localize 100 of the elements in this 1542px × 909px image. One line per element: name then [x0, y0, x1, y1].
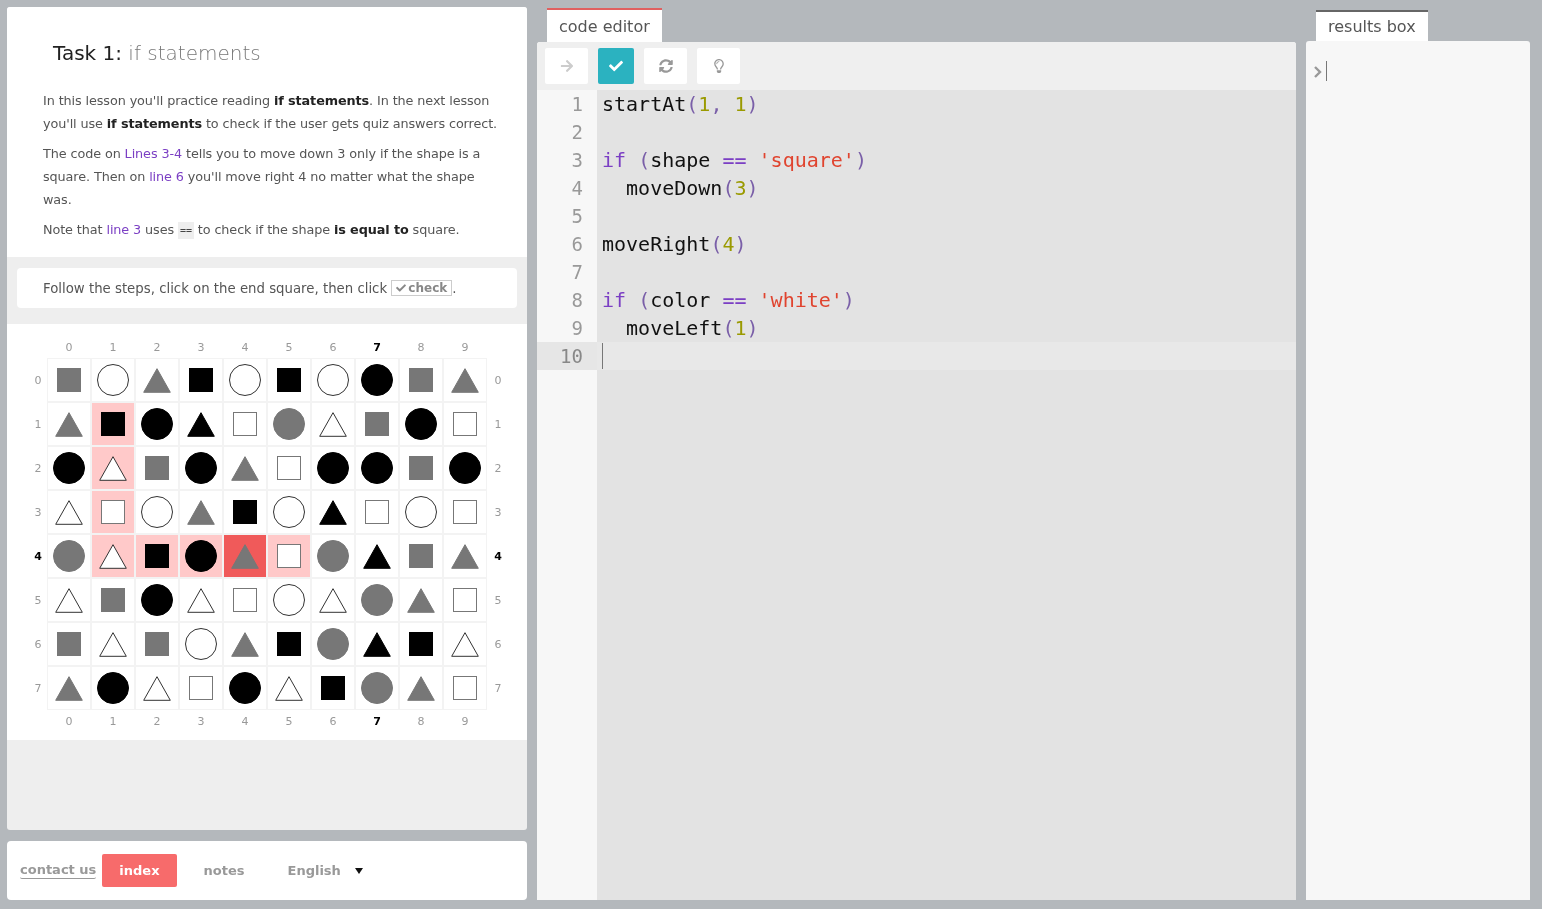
grid-cell[interactable] [179, 578, 223, 622]
grid-cell[interactable] [47, 358, 91, 402]
triangle-shape [231, 631, 259, 657]
grid-cell[interactable] [355, 446, 399, 490]
grid-cell[interactable] [179, 358, 223, 402]
grid-cell[interactable] [223, 666, 267, 710]
grid-cell[interactable] [311, 490, 355, 534]
grid-cell[interactable] [443, 490, 487, 534]
results-tab[interactable]: results box [1316, 10, 1428, 41]
grid-cell[interactable] [311, 358, 355, 402]
grid-cell[interactable] [443, 402, 487, 446]
grid-cell[interactable] [135, 534, 179, 578]
editor-tab[interactable]: code editor [547, 8, 662, 42]
grid-cell[interactable] [267, 578, 311, 622]
grid-cell[interactable] [311, 666, 355, 710]
grid-cell[interactable] [179, 490, 223, 534]
grid-cell[interactable] [443, 534, 487, 578]
reset-button[interactable] [644, 48, 687, 84]
grid-cell[interactable] [47, 402, 91, 446]
caret-icon [354, 867, 363, 874]
grid-cell[interactable] [267, 402, 311, 446]
row-label: 3 [494, 505, 502, 519]
grid-cell[interactable] [91, 578, 135, 622]
grid-cell[interactable] [223, 358, 267, 402]
line-link[interactable]: Lines 3-4 [124, 146, 182, 161]
triangle-shape [407, 587, 435, 613]
grid-cell[interactable] [399, 402, 443, 446]
grid-cell[interactable] [267, 490, 311, 534]
grid-cell[interactable] [223, 446, 267, 490]
grid-cell[interactable] [267, 446, 311, 490]
column-label: 8 [417, 340, 425, 354]
square-shape [101, 500, 125, 524]
grid-cell[interactable] [355, 358, 399, 402]
grid-cell[interactable] [135, 358, 179, 402]
grid-cell[interactable] [267, 622, 311, 666]
grid-cell[interactable] [355, 402, 399, 446]
grid-cell[interactable] [267, 358, 311, 402]
grid-cell[interactable] [355, 534, 399, 578]
check-button[interactable] [598, 48, 634, 84]
circle-shape [317, 452, 349, 484]
grid-cell[interactable] [91, 622, 135, 666]
grid-cell[interactable] [443, 666, 487, 710]
grid-cell[interactable] [135, 490, 179, 534]
grid-cell[interactable] [135, 578, 179, 622]
grid-cell[interactable] [223, 534, 267, 578]
grid-cell[interactable] [311, 578, 355, 622]
grid-cell[interactable] [47, 490, 91, 534]
grid-cell[interactable] [135, 402, 179, 446]
grid-cell[interactable] [179, 402, 223, 446]
grid-cell[interactable] [223, 578, 267, 622]
grid-cell[interactable] [399, 578, 443, 622]
grid-cell[interactable] [47, 446, 91, 490]
grid-cell[interactable] [47, 622, 91, 666]
grid-cell[interactable] [47, 666, 91, 710]
line-link[interactable]: line 6 [149, 169, 184, 184]
code-line: moveLeft(1) [625, 315, 760, 342]
grid-cell[interactable] [311, 402, 355, 446]
grid-cell[interactable] [443, 578, 487, 622]
grid-cell[interactable] [47, 578, 91, 622]
line-link[interactable]: line 3 [106, 222, 142, 237]
grid-cell[interactable] [443, 622, 487, 666]
grid-cell[interactable] [91, 358, 135, 402]
grid-cell[interactable] [399, 622, 443, 666]
grid-cell[interactable] [91, 402, 135, 446]
grid-cell[interactable] [399, 666, 443, 710]
grid-cell[interactable] [267, 666, 311, 710]
grid-cell[interactable] [311, 622, 355, 666]
grid-cell[interactable] [179, 622, 223, 666]
grid-cell[interactable] [399, 534, 443, 578]
grid-cell[interactable] [399, 490, 443, 534]
circle-shape [185, 452, 217, 484]
grid-cell[interactable] [91, 534, 135, 578]
grid-cell[interactable] [443, 446, 487, 490]
grid-cell[interactable] [443, 358, 487, 402]
grid-cell[interactable] [179, 446, 223, 490]
grid-cell[interactable] [135, 446, 179, 490]
grid-cell[interactable] [311, 534, 355, 578]
grid-cell[interactable] [135, 666, 179, 710]
grid-cell[interactable] [399, 446, 443, 490]
grid-cell[interactable] [91, 490, 135, 534]
grid-cell[interactable] [179, 666, 223, 710]
grid-cell[interactable] [223, 402, 267, 446]
grid-cell[interactable] [355, 666, 399, 710]
grid-cell[interactable] [223, 490, 267, 534]
text-cursor [1326, 61, 1327, 81]
line-number: 10 [537, 342, 597, 370]
grid-cell[interactable] [179, 534, 223, 578]
grid-cell[interactable] [267, 534, 311, 578]
square-shape [277, 368, 301, 392]
check-button[interactable]: check [391, 280, 453, 296]
grid-cell[interactable] [223, 622, 267, 666]
grid-cell[interactable] [355, 578, 399, 622]
grid-cell[interactable] [135, 622, 179, 666]
grid-cell[interactable] [47, 534, 91, 578]
grid-cell[interactable] [355, 490, 399, 534]
grid-cell[interactable] [311, 446, 355, 490]
grid-cell[interactable] [355, 622, 399, 666]
grid-cell[interactable] [91, 666, 135, 710]
grid-cell[interactable] [91, 446, 135, 490]
grid-cell[interactable] [399, 358, 443, 402]
